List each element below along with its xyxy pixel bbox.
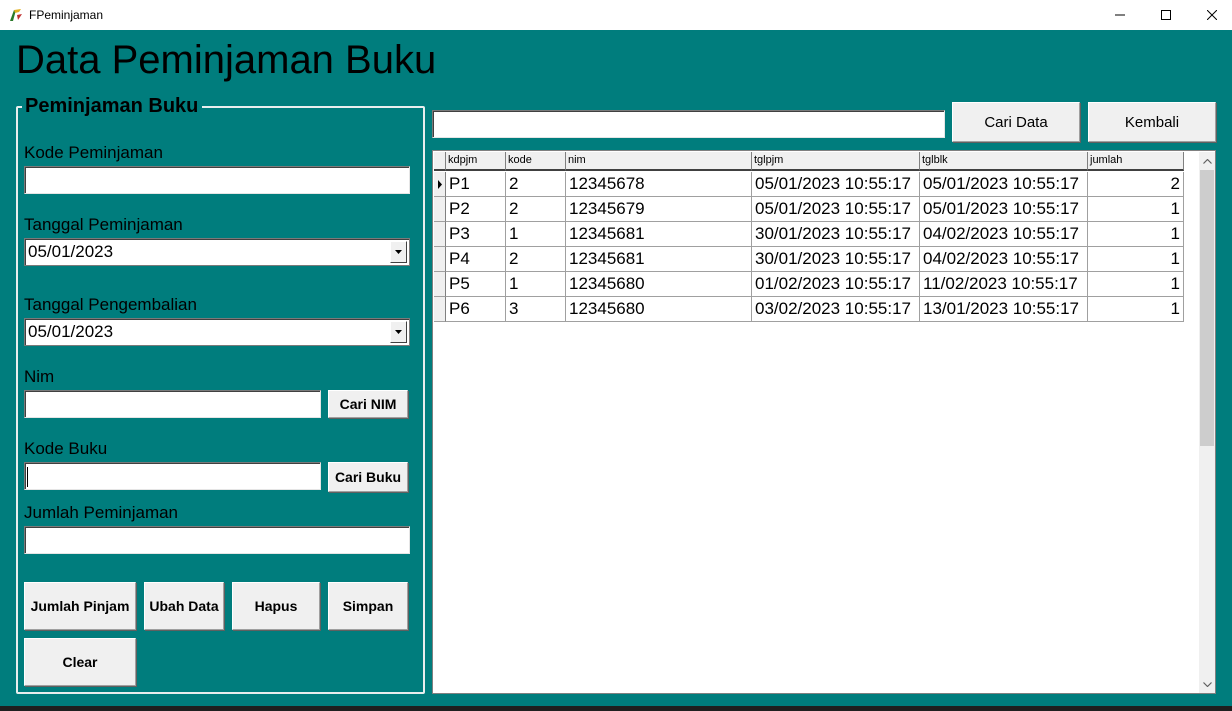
jumlah-pinjam-button[interactable]: Jumlah Pinjam xyxy=(24,582,136,630)
cell-jumlah[interactable]: 1 xyxy=(1088,297,1184,322)
tanggal-pengembalian-datepicker[interactable]: 05/01/2023 xyxy=(24,318,410,346)
cell-jumlah[interactable]: 2 xyxy=(1088,172,1184,197)
cell-tglblk[interactable]: 11/02/2023 10:55:17 xyxy=(920,272,1088,297)
row-indicator[interactable] xyxy=(434,297,446,322)
cell-kode[interactable]: 2 xyxy=(506,172,566,197)
nim-input[interactable] xyxy=(24,390,321,418)
grid-header-indicator xyxy=(434,152,446,171)
data-grid[interactable]: kdpjm kode nim tglpjm tglblk jumlah P1 2 123456… xyxy=(432,150,1216,694)
nim-label: Nim xyxy=(24,367,55,386)
column-header-kdpjm[interactable]: kdpjm xyxy=(446,152,506,171)
text-caret xyxy=(27,467,28,487)
scrollbar-thumb[interactable] xyxy=(1200,170,1214,446)
cell-kode[interactable]: 1 xyxy=(506,222,566,247)
cell-nim[interactable]: 12345680 xyxy=(566,297,752,322)
maximize-icon xyxy=(1161,10,1171,20)
close-button[interactable] xyxy=(1189,0,1232,30)
kembali-button[interactable]: Kembali xyxy=(1088,102,1216,142)
maximize-button[interactable] xyxy=(1143,0,1189,30)
cell-tglblk[interactable]: 05/01/2023 10:55:17 xyxy=(920,197,1088,222)
groupbox-title: Peminjaman Buku xyxy=(22,95,203,118)
row-indicator[interactable] xyxy=(434,247,446,272)
cell-tglpjm[interactable]: 05/01/2023 10:55:17 xyxy=(752,172,920,197)
cell-kdpjm[interactable]: P4 xyxy=(446,247,506,272)
kode-peminjaman-label: Kode Peminjaman xyxy=(24,143,163,162)
scroll-down-icon[interactable] xyxy=(1199,676,1215,692)
column-header-tglpjm[interactable]: tglpjm xyxy=(752,152,920,171)
cell-kode[interactable]: 2 xyxy=(506,197,566,222)
cell-nim[interactable]: 12345681 xyxy=(566,247,752,272)
cell-tglpjm[interactable]: 05/01/2023 10:55:17 xyxy=(752,197,920,222)
row-indicator[interactable] xyxy=(434,272,446,297)
jumlah-peminjaman-input[interactable] xyxy=(24,526,410,554)
cell-tglblk[interactable]: 04/02/2023 10:55:17 xyxy=(920,222,1088,247)
cell-tglpjm[interactable]: 01/02/2023 10:55:17 xyxy=(752,272,920,297)
simpan-button[interactable]: Simpan xyxy=(328,582,408,630)
cell-tglpjm[interactable]: 30/01/2023 10:55:17 xyxy=(752,222,920,247)
jumlah-peminjaman-label: Jumlah Peminjaman xyxy=(24,503,179,522)
tanggal-peminjaman-datepicker[interactable]: 05/01/2023 xyxy=(24,238,410,266)
kode-buku-label: Kode Buku xyxy=(24,439,108,458)
cell-kode[interactable]: 1 xyxy=(506,272,566,297)
tanggal-peminjaman-label: Tanggal Peminjaman xyxy=(24,215,183,234)
column-header-jumlah[interactable]: jumlah xyxy=(1088,152,1184,171)
cari-nim-button[interactable]: Cari NIM xyxy=(328,390,408,418)
cell-nim[interactable]: 12345681 xyxy=(566,222,752,247)
title-bar: FPeminjaman xyxy=(0,0,1232,30)
dropdown-arrow-icon[interactable] xyxy=(390,241,407,263)
cell-jumlah[interactable]: 1 xyxy=(1088,272,1184,297)
vertical-scrollbar[interactable] xyxy=(1199,152,1215,693)
hapus-button[interactable]: Hapus xyxy=(232,582,320,630)
kode-buku-input[interactable] xyxy=(24,462,321,490)
cell-jumlah[interactable]: 1 xyxy=(1088,197,1184,222)
kode-peminjaman-input[interactable] xyxy=(24,166,410,194)
cell-kdpjm[interactable]: P6 xyxy=(446,297,506,322)
cell-kode[interactable]: 2 xyxy=(506,247,566,272)
search-input[interactable] xyxy=(432,110,945,138)
minimize-button[interactable] xyxy=(1097,0,1143,30)
current-row-arrow-icon xyxy=(438,180,442,189)
row-indicator[interactable] xyxy=(434,197,446,222)
tanggal-peminjaman-value: 05/01/2023 xyxy=(28,242,114,261)
row-indicator[interactable] xyxy=(434,222,446,247)
cell-tglblk[interactable]: 13/01/2023 10:55:17 xyxy=(920,297,1088,322)
app-icon xyxy=(8,7,24,23)
dropdown-arrow-icon[interactable] xyxy=(390,321,407,343)
cell-kdpjm[interactable]: P3 xyxy=(446,222,506,247)
window-title: FPeminjaman xyxy=(29,8,104,22)
close-icon xyxy=(1207,10,1217,20)
scroll-up-icon[interactable] xyxy=(1199,153,1215,169)
column-header-kode[interactable]: kode xyxy=(506,152,566,171)
cell-kode[interactable]: 3 xyxy=(506,297,566,322)
clear-button[interactable]: Clear xyxy=(24,638,136,686)
cari-data-button[interactable]: Cari Data xyxy=(952,102,1080,142)
cell-nim[interactable]: 12345679 xyxy=(566,197,752,222)
cell-nim[interactable]: 12345680 xyxy=(566,272,752,297)
cell-tglpjm[interactable]: 30/01/2023 10:55:17 xyxy=(752,247,920,272)
ubah-data-button[interactable]: Ubah Data xyxy=(144,582,224,630)
minimize-icon xyxy=(1115,14,1125,16)
cell-tglpjm[interactable]: 03/02/2023 10:55:17 xyxy=(752,297,920,322)
cell-nim[interactable]: 12345678 xyxy=(566,172,752,197)
cell-jumlah[interactable]: 1 xyxy=(1088,247,1184,272)
cari-buku-button[interactable]: Cari Buku xyxy=(328,462,408,492)
cell-tglblk[interactable]: 05/01/2023 10:55:17 xyxy=(920,172,1088,197)
cell-kdpjm[interactable]: P1 xyxy=(446,172,506,197)
tanggal-pengembalian-value: 05/01/2023 xyxy=(28,322,114,341)
column-header-tglblk[interactable]: tglblk xyxy=(920,152,1088,171)
cell-kdpjm[interactable]: P2 xyxy=(446,197,506,222)
taskbar-edge xyxy=(0,706,1232,711)
row-indicator[interactable] xyxy=(434,172,446,197)
page-title: Data Peminjaman Buku xyxy=(16,38,437,82)
cell-jumlah[interactable]: 1 xyxy=(1088,222,1184,247)
column-header-nim[interactable]: nim xyxy=(566,152,752,171)
cell-kdpjm[interactable]: P5 xyxy=(446,272,506,297)
cell-tglblk[interactable]: 04/02/2023 10:55:17 xyxy=(920,247,1088,272)
tanggal-pengembalian-label: Tanggal Pengembalian xyxy=(24,295,197,314)
